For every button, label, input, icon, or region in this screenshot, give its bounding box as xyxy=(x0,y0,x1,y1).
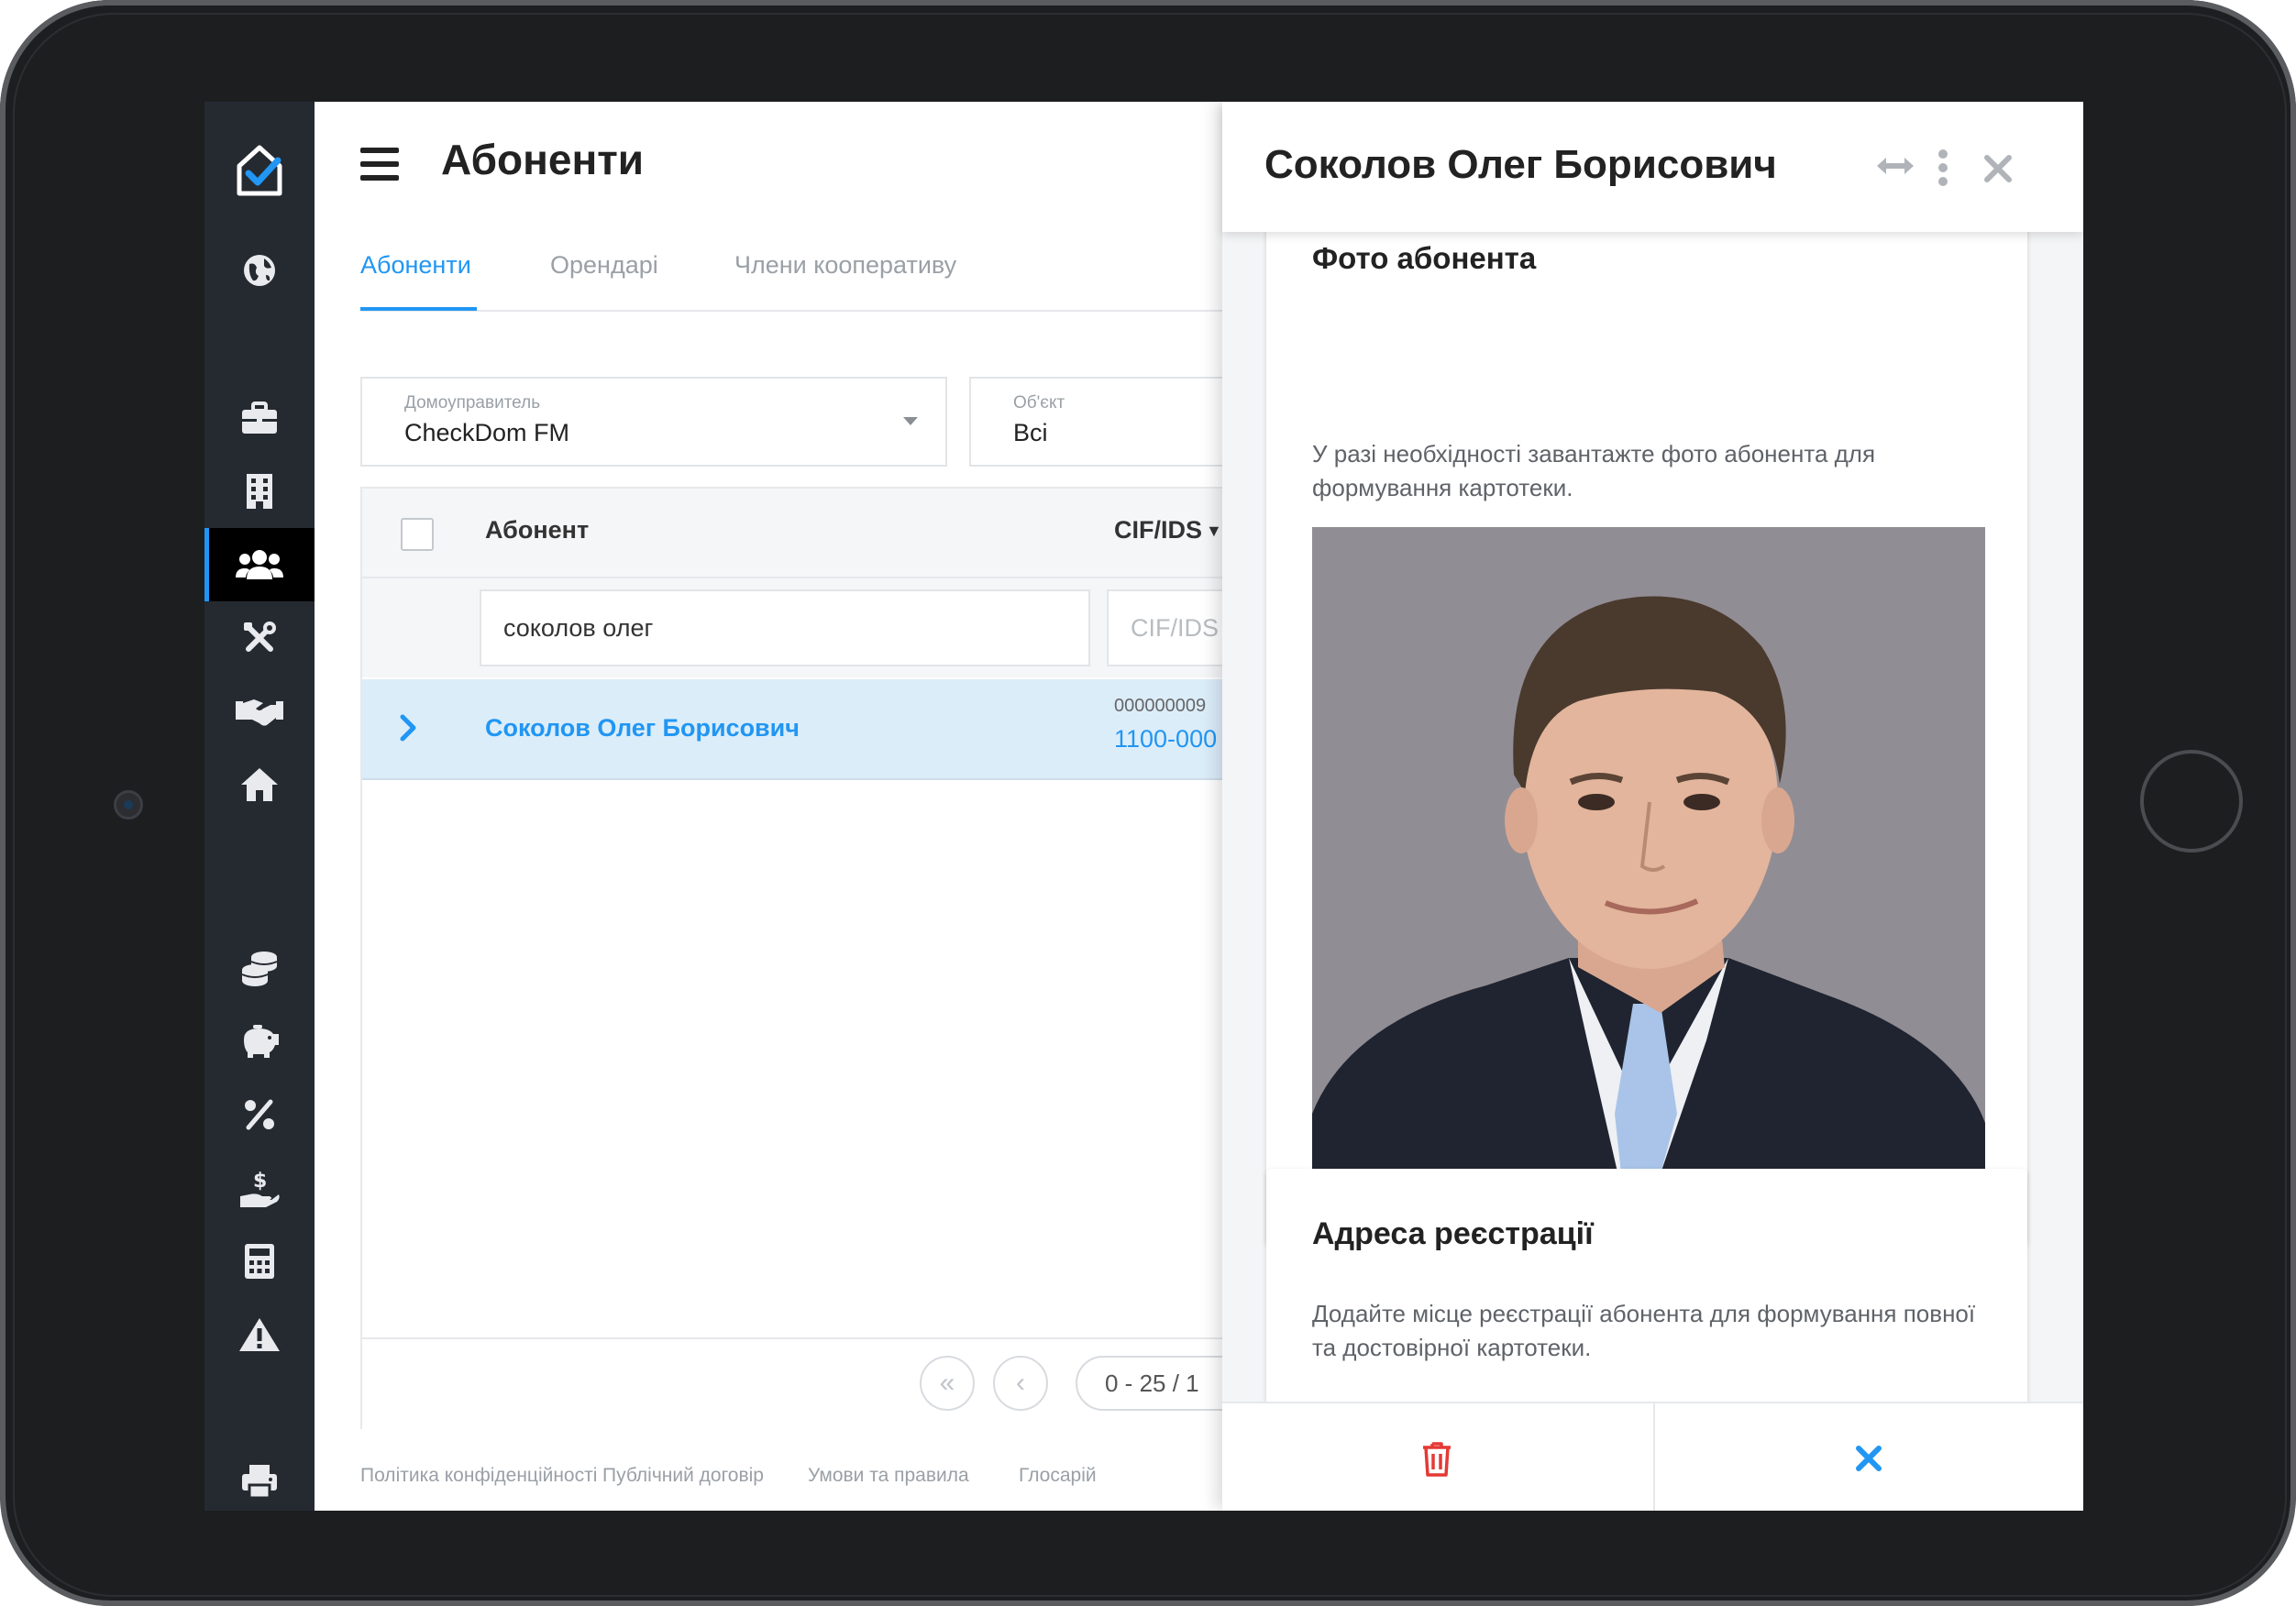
footer-link-glossary[interactable]: Глосарій xyxy=(1019,1465,1097,1487)
trash-icon xyxy=(1423,1441,1451,1477)
chevron-right-icon[interactable] xyxy=(399,714,417,750)
cif-code-small: 000000009 xyxy=(1114,696,1207,716)
briefcase-icon[interactable] xyxy=(204,381,315,455)
object-value: Всі xyxy=(1013,419,1048,446)
manager-select[interactable]: Домоуправитель CheckDom FM xyxy=(360,377,947,467)
close-icon[interactable] xyxy=(1983,151,2013,192)
tab-tenants[interactable]: Орендарі xyxy=(550,251,658,280)
tab-subscribers[interactable]: Абоненти xyxy=(360,251,471,280)
tab-coop-members[interactable]: Члени кооперативу xyxy=(734,251,956,280)
subscriber-photo[interactable] xyxy=(1312,527,1985,1200)
page-title: Абоненти xyxy=(441,136,645,183)
manager-label: Домоуправитель xyxy=(404,393,541,412)
subscriber-drawer: Соколов Олег Борисович Фото абонента У р… xyxy=(1222,102,2083,1511)
object-label: Об'єкт xyxy=(1013,393,1065,412)
home-button xyxy=(2140,750,2243,852)
prev-page-icon[interactable]: ‹ xyxy=(993,1356,1048,1411)
subscriber-name-link[interactable]: Соколов Олег Борисович xyxy=(485,714,800,742)
piggy-bank-icon[interactable] xyxy=(204,1005,315,1078)
footer-link-contract[interactable]: Публічний договір xyxy=(602,1465,764,1487)
subscriber-search-input[interactable]: соколов олег xyxy=(480,589,1090,666)
column-cif-label: CIF/IDS xyxy=(1114,516,1203,544)
address-card-title: Адреса реєстрації xyxy=(1312,1216,1594,1251)
globe-icon[interactable] xyxy=(204,234,315,307)
users-icon[interactable] xyxy=(204,528,315,601)
handshake-icon[interactable] xyxy=(204,675,315,748)
app-logo-icon[interactable] xyxy=(204,124,315,215)
footer-link-terms[interactable]: Умови та правила xyxy=(808,1465,969,1487)
manager-value: CheckDom FM xyxy=(404,419,570,446)
photo-card: Фото абонента У разі необхідності завант… xyxy=(1266,204,2027,1246)
delete-button[interactable] xyxy=(1222,1403,1651,1511)
close-icon xyxy=(1856,1445,1882,1471)
photo-card-text: У разі необхідності завантажте фото абон… xyxy=(1312,440,1876,501)
tools-icon[interactable] xyxy=(204,601,315,675)
calculator-icon[interactable] xyxy=(204,1225,315,1298)
drawer-footer xyxy=(1222,1402,2083,1511)
photo-card-title: Фото абонента xyxy=(1312,241,1537,275)
sort-down-icon: ▼ xyxy=(1206,522,1222,541)
building-icon[interactable] xyxy=(204,455,315,528)
sidebar: $ xyxy=(204,102,315,1511)
coins-icon[interactable] xyxy=(204,931,315,1005)
column-cif[interactable]: CIF/IDS ▼ xyxy=(1114,516,1222,544)
first-page-icon[interactable]: « xyxy=(920,1356,975,1411)
printer-icon[interactable] xyxy=(204,1445,315,1511)
expand-horizontal-icon[interactable] xyxy=(1875,148,1915,189)
home-icon[interactable] xyxy=(204,748,315,821)
warning-icon[interactable] xyxy=(204,1298,315,1371)
svg-text:$: $ xyxy=(253,1170,267,1193)
footer-link-privacy[interactable]: Політика конфіденційності xyxy=(360,1465,597,1487)
screen: $ Абоненти Абоненти Орендарі Члени коопе… xyxy=(204,102,2083,1511)
cif-code[interactable]: 1100-000 xyxy=(1114,725,1217,754)
percent-icon[interactable] xyxy=(204,1078,315,1151)
active-tab-indicator xyxy=(360,307,477,311)
hand-dollar-icon[interactable]: $ xyxy=(204,1151,315,1225)
more-vertical-icon[interactable] xyxy=(1937,149,1948,195)
drawer-title: Соколов Олег Борисович xyxy=(1264,142,1777,187)
chevron-down-icon xyxy=(903,417,918,425)
camera-icon xyxy=(114,790,143,820)
address-card-text: Додайте місце реєстрації абонента для фо… xyxy=(1312,1300,1976,1361)
cancel-button[interactable] xyxy=(1654,1403,2083,1511)
column-subscriber[interactable]: Абонент xyxy=(485,516,589,544)
drawer-header: Соколов Олег Борисович xyxy=(1222,102,2083,232)
select-all-checkbox[interactable] xyxy=(401,518,434,551)
menu-icon[interactable] xyxy=(360,148,399,181)
